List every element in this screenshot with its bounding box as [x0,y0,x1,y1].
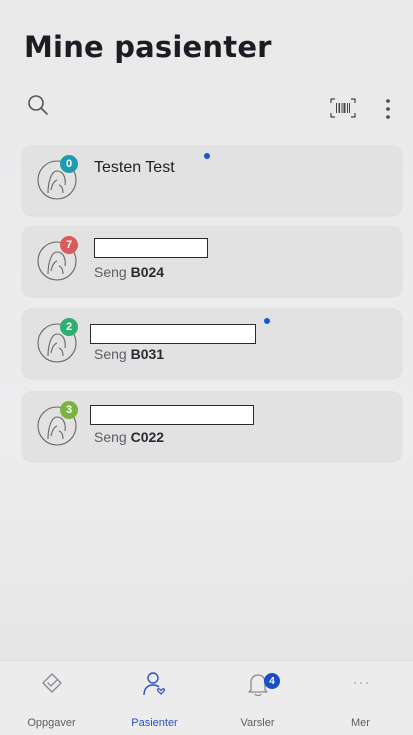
patient-person-icon [142,672,165,696]
more-vertical-icon[interactable] [383,96,393,122]
barcode-icon[interactable] [330,98,356,118]
unread-indicator [204,153,210,159]
nav-tab-pasienter[interactable]: Pasienter [103,661,206,735]
nav-tab-mer[interactable]: Mer [309,661,412,735]
bed-number: B031 [130,346,165,362]
patient-badge: 0 [60,155,78,173]
patient-card[interactable]: 2 Seng B031 [22,308,402,378]
bed-number: B024 [130,264,165,280]
nav-label: Oppgaver [27,717,76,729]
redacted-name [90,405,254,425]
bed-label: Seng [94,429,127,445]
nav-label: Varsler [240,717,275,729]
unread-indicator [264,318,270,324]
bed-info: Seng C022 [94,429,164,445]
page-title: Mine pasienter [24,30,272,64]
patient-badge: 7 [60,236,78,254]
redacted-name [90,324,256,344]
tasks-check-icon [41,673,62,693]
search-icon[interactable] [26,93,50,117]
patient-badge: 3 [60,401,78,419]
patient-name: Testen Test [94,159,175,176]
redacted-name [94,238,208,258]
bed-label: Seng [94,346,127,362]
patient-badge: 2 [60,318,78,336]
patient-card[interactable]: 3 Seng C022 [22,391,402,461]
nav-label: Mer [351,717,370,729]
patient-card[interactable]: 7 Seng B024 [22,226,402,296]
nav-tab-oppgaver[interactable]: Oppgaver [0,661,103,735]
nav-tab-varsler[interactable]: 4 Varsler [206,661,309,735]
bed-info: Seng B031 [94,346,164,362]
notification-count-badge: 4 [264,673,280,689]
bottom-navigation: Oppgaver Pasienter 4 Varsler Mer [0,660,413,735]
bed-number: C022 [130,429,165,445]
bed-info: Seng B024 [94,264,164,280]
more-dots-icon [353,682,368,684]
nav-label: Pasienter [131,717,178,729]
bed-label: Seng [94,264,127,280]
patient-card[interactable]: 0 Testen Test [22,145,402,215]
